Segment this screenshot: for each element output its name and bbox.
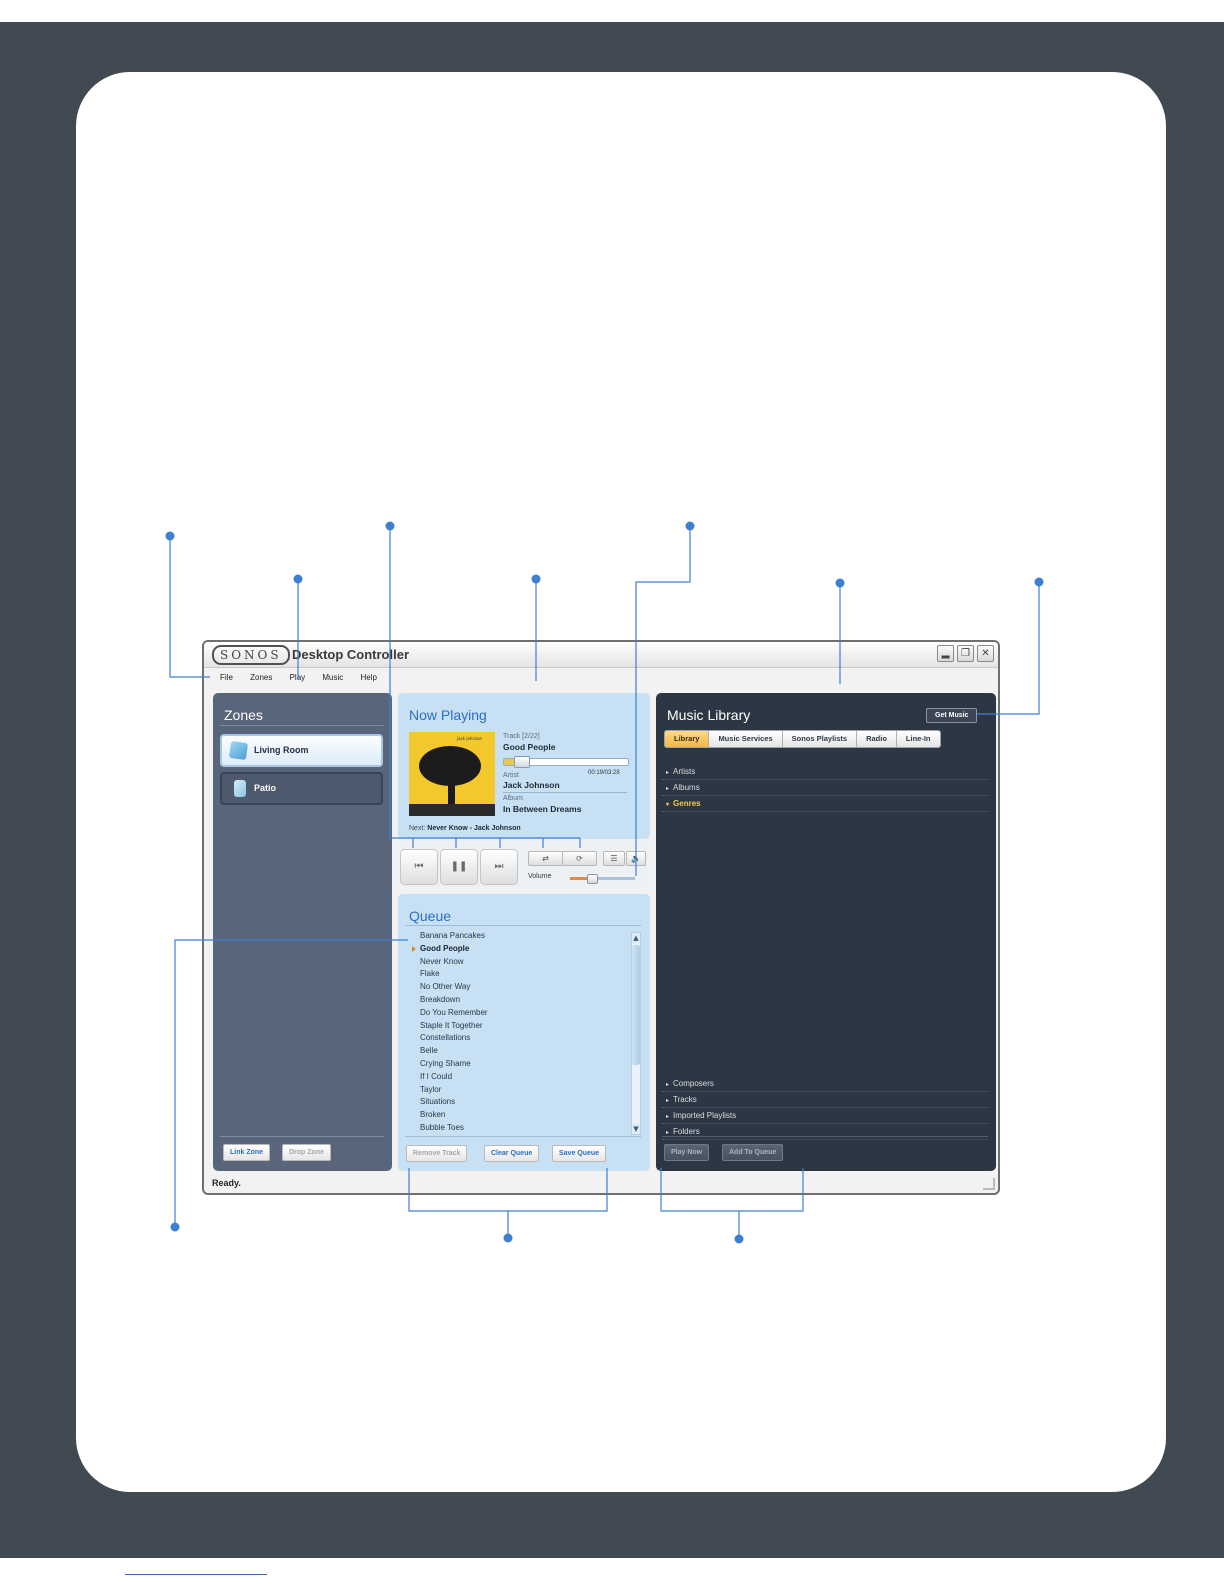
callout-overlay: [165, 521, 1044, 1244]
callout-dot: [503, 1233, 513, 1243]
callout-line-mute: [635, 526, 691, 876]
callout-dot: [385, 521, 395, 531]
callout-dot: [531, 574, 541, 584]
callout-dot: [165, 531, 175, 541]
callout-dot: [1034, 577, 1044, 587]
callout-line-menu-bar: [169, 536, 210, 678]
callout-line-queue: [174, 939, 408, 1227]
callout-line-get-music: [977, 582, 1040, 715]
callout-dot: [293, 574, 303, 584]
callout-dot: [685, 521, 695, 531]
callout-dot: [170, 1222, 180, 1232]
callout-line-queue-buttons: [408, 1168, 608, 1212]
callout-line-transport: [389, 526, 580, 839]
callout-dot: [734, 1234, 744, 1244]
callout-dot: [835, 578, 845, 588]
callout-line-library-buttons: [660, 1168, 804, 1212]
